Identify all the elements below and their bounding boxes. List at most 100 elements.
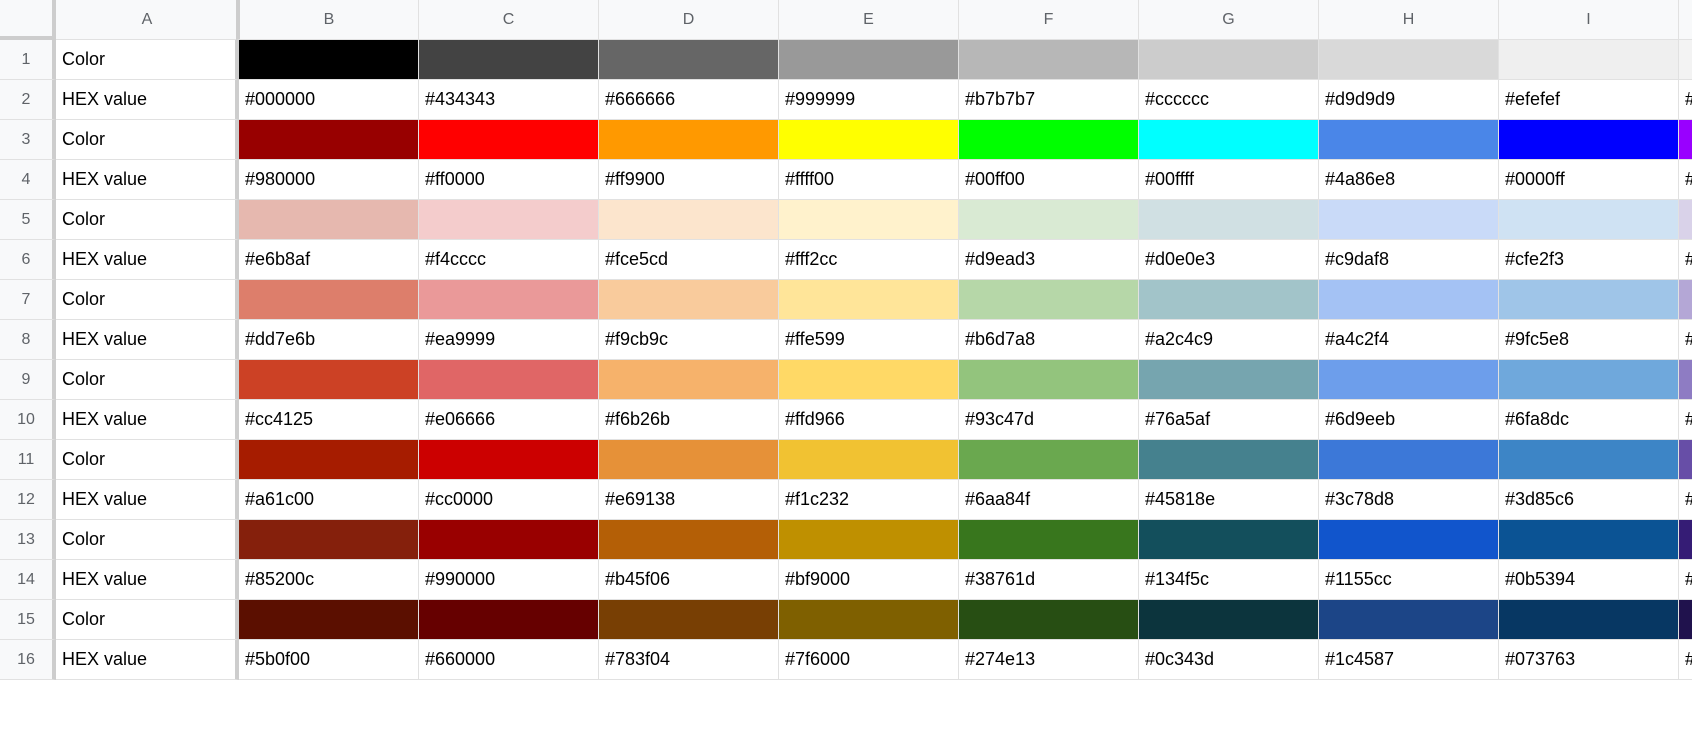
row-label-hex[interactable]: HEX value bbox=[56, 560, 239, 600]
color-swatch-cell[interactable] bbox=[779, 200, 959, 240]
hex-value-cell[interactable]: #00ff00 bbox=[959, 160, 1139, 200]
hex-value-cell[interactable]: #783f04 bbox=[599, 640, 779, 680]
hex-value-cell[interactable]: #4a86e8 bbox=[1319, 160, 1499, 200]
hex-value-cell[interactable]: #cc0000 bbox=[419, 480, 599, 520]
color-swatch-cell[interactable] bbox=[779, 440, 959, 480]
color-swatch-cell[interactable] bbox=[1319, 360, 1499, 400]
color-swatch-cell[interactable] bbox=[239, 440, 419, 480]
column-header-j[interactable]: J bbox=[1679, 0, 1692, 40]
hex-value-cell[interactable]: #d0e0e3 bbox=[1139, 240, 1319, 280]
color-swatch-cell[interactable] bbox=[599, 120, 779, 160]
row-header-14[interactable]: 14 bbox=[0, 560, 56, 600]
color-swatch-cell[interactable] bbox=[239, 280, 419, 320]
hex-value-cell[interactable]: #a4c2f4 bbox=[1319, 320, 1499, 360]
color-swatch-cell[interactable] bbox=[779, 520, 959, 560]
row-label-color[interactable]: Color bbox=[56, 200, 239, 240]
color-swatch-cell[interactable] bbox=[599, 40, 779, 80]
hex-value-cell[interactable]: #bf9000 bbox=[779, 560, 959, 600]
hex-value-cell[interactable]: #980000 bbox=[239, 160, 419, 200]
hex-value-cell[interactable]: #1c4587 bbox=[1319, 640, 1499, 680]
color-swatch-cell[interactable] bbox=[419, 440, 599, 480]
hex-value-cell[interactable]: #f3f3f3 bbox=[1679, 80, 1692, 120]
color-swatch-cell[interactable] bbox=[1499, 120, 1679, 160]
color-swatch-cell[interactable] bbox=[959, 520, 1139, 560]
color-swatch-cell[interactable] bbox=[1319, 40, 1499, 80]
row-header-1[interactable]: 1 bbox=[0, 40, 56, 80]
color-swatch-cell[interactable] bbox=[1319, 520, 1499, 560]
color-swatch-cell[interactable] bbox=[1139, 600, 1319, 640]
hex-value-cell[interactable]: #e06666 bbox=[419, 400, 599, 440]
column-header-g[interactable]: G bbox=[1139, 0, 1319, 40]
color-swatch-cell[interactable] bbox=[1679, 200, 1692, 240]
color-swatch-cell[interactable] bbox=[1139, 120, 1319, 160]
column-header-c[interactable]: C bbox=[419, 0, 599, 40]
color-swatch-cell[interactable] bbox=[1499, 520, 1679, 560]
hex-value-cell[interactable]: #b6d7a8 bbox=[959, 320, 1139, 360]
column-header-a[interactable]: A bbox=[56, 0, 239, 40]
color-swatch-cell[interactable] bbox=[959, 200, 1139, 240]
row-header-7[interactable]: 7 bbox=[0, 280, 56, 320]
color-swatch-cell[interactable] bbox=[1139, 360, 1319, 400]
color-swatch-cell[interactable] bbox=[239, 40, 419, 80]
color-swatch-cell[interactable] bbox=[599, 600, 779, 640]
color-swatch-cell[interactable] bbox=[419, 280, 599, 320]
color-swatch-cell[interactable] bbox=[1139, 520, 1319, 560]
row-label-hex[interactable]: HEX value bbox=[56, 240, 239, 280]
color-swatch-cell[interactable] bbox=[779, 600, 959, 640]
row-header-16[interactable]: 16 bbox=[0, 640, 56, 680]
row-label-color[interactable]: Color bbox=[56, 600, 239, 640]
hex-value-cell[interactable]: #0000ff bbox=[1499, 160, 1679, 200]
hex-value-cell[interactable]: #45818e bbox=[1139, 480, 1319, 520]
row-header-13[interactable]: 13 bbox=[0, 520, 56, 560]
color-swatch-cell[interactable] bbox=[779, 360, 959, 400]
color-swatch-cell[interactable] bbox=[1319, 200, 1499, 240]
color-swatch-cell[interactable] bbox=[1679, 360, 1692, 400]
hex-value-cell[interactable]: #3c78d8 bbox=[1319, 480, 1499, 520]
color-swatch-cell[interactable] bbox=[779, 280, 959, 320]
hex-value-cell[interactable]: #cc4125 bbox=[239, 400, 419, 440]
color-swatch-cell[interactable] bbox=[599, 360, 779, 400]
color-swatch-cell[interactable] bbox=[419, 120, 599, 160]
color-swatch-cell[interactable] bbox=[599, 520, 779, 560]
row-label-color[interactable]: Color bbox=[56, 440, 239, 480]
hex-value-cell[interactable]: #7f6000 bbox=[779, 640, 959, 680]
color-swatch-cell[interactable] bbox=[419, 360, 599, 400]
row-label-hex[interactable]: HEX value bbox=[56, 480, 239, 520]
row-label-color[interactable]: Color bbox=[56, 520, 239, 560]
hex-value-cell[interactable]: #00ffff bbox=[1139, 160, 1319, 200]
hex-value-cell[interactable]: #274e13 bbox=[959, 640, 1139, 680]
hex-value-cell[interactable]: #d9d9d9 bbox=[1319, 80, 1499, 120]
hex-value-cell[interactable]: #85200c bbox=[239, 560, 419, 600]
hex-value-cell[interactable]: #ea9999 bbox=[419, 320, 599, 360]
hex-value-cell[interactable]: #e69138 bbox=[599, 480, 779, 520]
row-header-12[interactable]: 12 bbox=[0, 480, 56, 520]
row-label-color[interactable]: Color bbox=[56, 360, 239, 400]
row-header-10[interactable]: 10 bbox=[0, 400, 56, 440]
hex-value-cell[interactable]: #660000 bbox=[419, 640, 599, 680]
row-label-hex[interactable]: HEX value bbox=[56, 640, 239, 680]
color-swatch-cell[interactable] bbox=[1139, 280, 1319, 320]
color-swatch-cell[interactable] bbox=[959, 40, 1139, 80]
color-swatch-cell[interactable] bbox=[959, 120, 1139, 160]
color-swatch-cell[interactable] bbox=[1499, 280, 1679, 320]
column-header-d[interactable]: D bbox=[599, 0, 779, 40]
column-header-h[interactable]: H bbox=[1319, 0, 1499, 40]
hex-value-cell[interactable]: #38761d bbox=[959, 560, 1139, 600]
color-swatch-cell[interactable] bbox=[1319, 600, 1499, 640]
hex-value-cell[interactable]: #fff2cc bbox=[779, 240, 959, 280]
hex-value-cell[interactable]: #434343 bbox=[419, 80, 599, 120]
color-swatch-cell[interactable] bbox=[599, 200, 779, 240]
hex-value-cell[interactable]: #f9cb9c bbox=[599, 320, 779, 360]
color-swatch-cell[interactable] bbox=[239, 120, 419, 160]
hex-value-cell[interactable]: #a61c00 bbox=[239, 480, 419, 520]
color-swatch-cell[interactable] bbox=[419, 600, 599, 640]
color-swatch-cell[interactable] bbox=[419, 200, 599, 240]
hex-value-cell[interactable]: #cccccc bbox=[1139, 80, 1319, 120]
hex-value-cell[interactable]: #20124d bbox=[1679, 640, 1692, 680]
hex-value-cell[interactable]: #b4a7d6 bbox=[1679, 320, 1692, 360]
hex-value-cell[interactable]: #6fa8dc bbox=[1499, 400, 1679, 440]
row-header-3[interactable]: 3 bbox=[0, 120, 56, 160]
color-swatch-cell[interactable] bbox=[1679, 440, 1692, 480]
hex-value-cell[interactable]: #93c47d bbox=[959, 400, 1139, 440]
row-header-2[interactable]: 2 bbox=[0, 80, 56, 120]
